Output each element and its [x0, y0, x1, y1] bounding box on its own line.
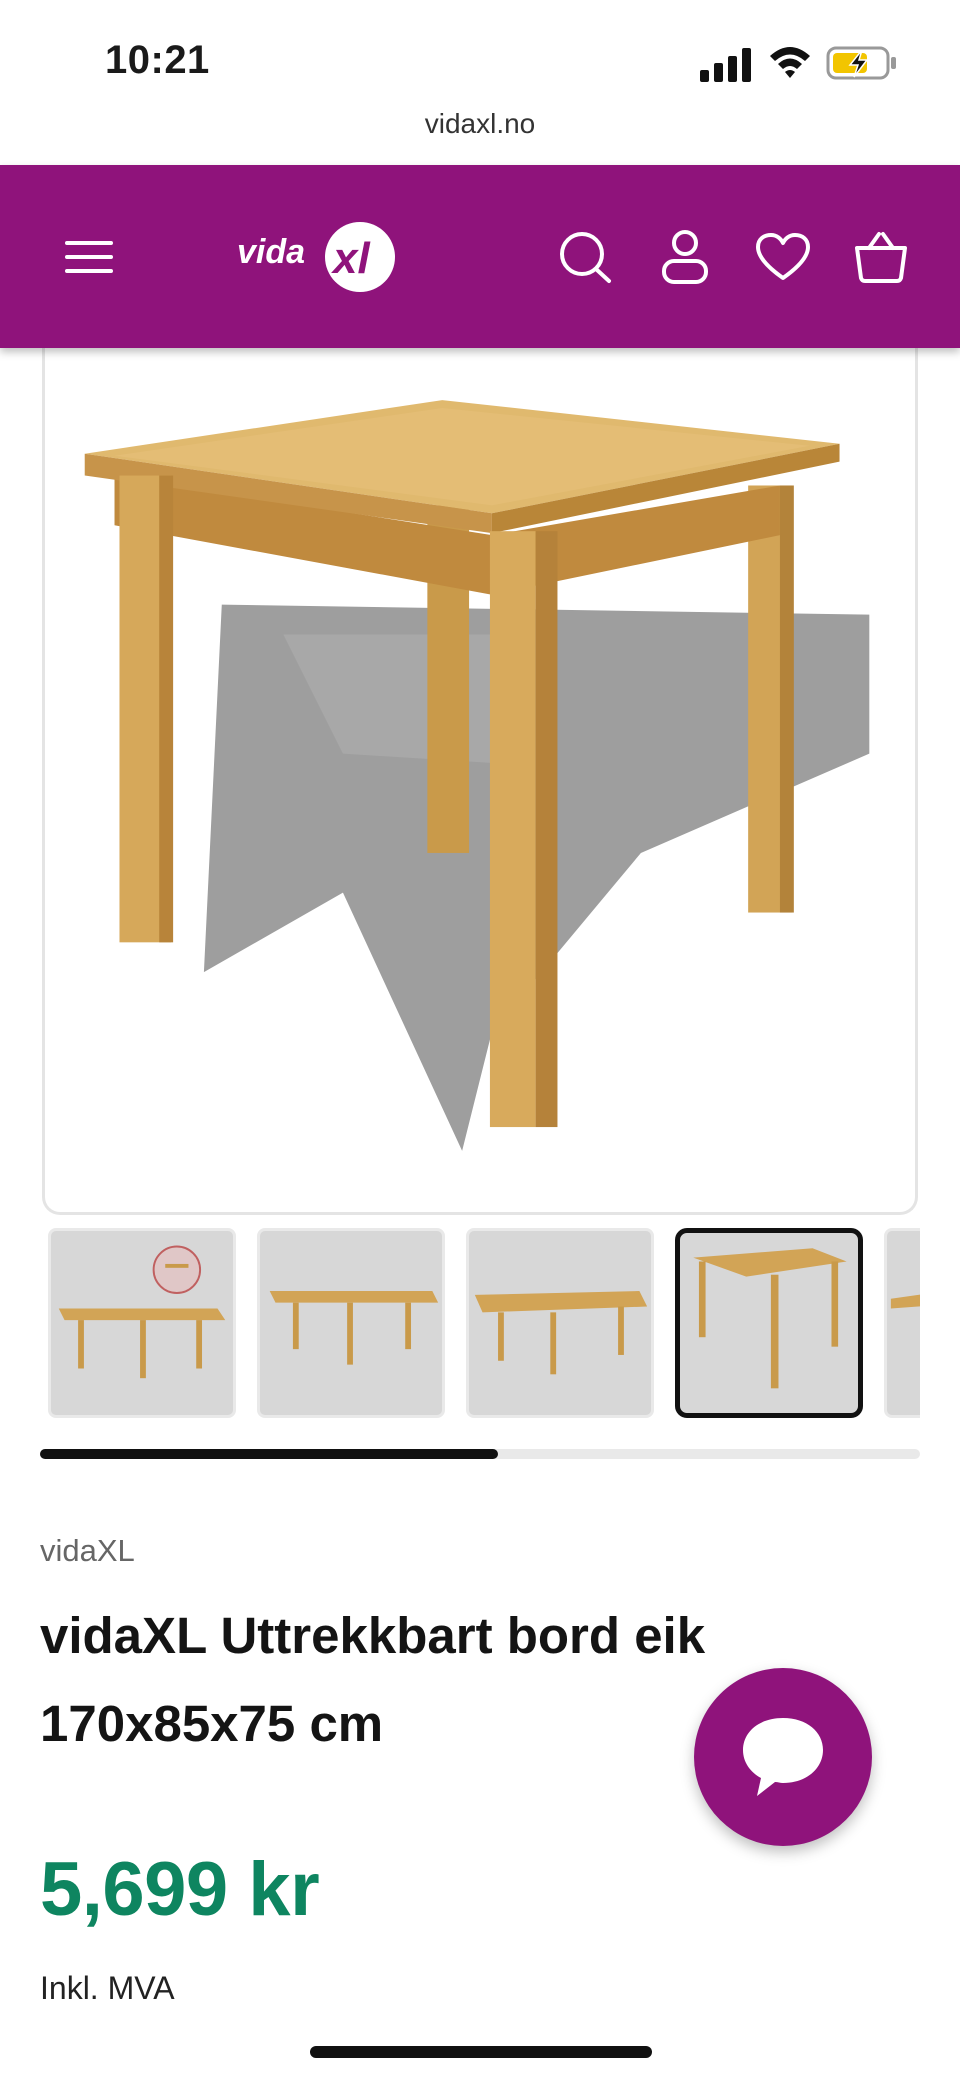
menu-button[interactable] — [54, 165, 124, 348]
gallery-scroll-indicator — [40, 1449, 920, 1459]
chat-bubble-icon — [743, 1718, 823, 1796]
table-thumbnail-image — [58, 1245, 226, 1379]
table-thumbnail-image — [890, 1294, 920, 1309]
wifi-icon — [770, 47, 810, 78]
account-button[interactable] — [650, 165, 720, 348]
product-main-image[interactable] — [42, 335, 918, 1215]
search-icon — [560, 231, 611, 283]
thumb-partial[interactable] — [884, 1228, 920, 1418]
status-time: 10:21 — [105, 38, 210, 82]
svg-text:vida: vida — [237, 233, 305, 271]
thumb-extended-detail[interactable] — [48, 1228, 236, 1418]
battery-charging-icon — [826, 46, 896, 80]
oak-table-image — [84, 400, 870, 1151]
thumb-extended-front[interactable] — [257, 1228, 445, 1418]
thumb-closed[interactable] — [675, 1228, 863, 1418]
menu-icon — [65, 240, 113, 273]
cart-icon — [855, 231, 907, 283]
cart-button[interactable] — [846, 165, 916, 348]
site-header: vida xl — [0, 165, 960, 348]
cellular-signal-icon — [700, 48, 751, 82]
search-button[interactable] — [550, 165, 620, 348]
svg-text:xl: xl — [331, 234, 370, 283]
table-thumbnail-image — [269, 1291, 439, 1365]
thumbnail-strip — [48, 1228, 920, 1420]
wishlist-button[interactable] — [748, 165, 818, 348]
url-bar[interactable]: vidaxl.no — [0, 108, 960, 140]
product-title: vidaXL Uttrekkbart bord eik 170x85x75 cm — [40, 1607, 706, 1752]
home-indicator[interactable] — [310, 2046, 652, 2058]
wishlist-icon — [756, 232, 810, 280]
product-price: 5,699 kr — [40, 1847, 320, 1932]
vidaxl-logo[interactable]: vida xl — [235, 217, 405, 297]
table-thumbnail-image — [474, 1291, 648, 1375]
gallery-scroll-fill — [40, 1449, 498, 1459]
account-icon — [662, 229, 708, 284]
chat-button[interactable] — [694, 1668, 872, 1846]
thumb-extended-angle[interactable] — [466, 1228, 654, 1418]
status-bar: 10:21 vidaxl.no — [0, 0, 960, 139]
product-brand[interactable]: vidaXL — [40, 1533, 135, 1569]
table-thumbnail-image — [693, 1248, 847, 1389]
vat-note: Inkl. MVA — [40, 1970, 175, 2006]
